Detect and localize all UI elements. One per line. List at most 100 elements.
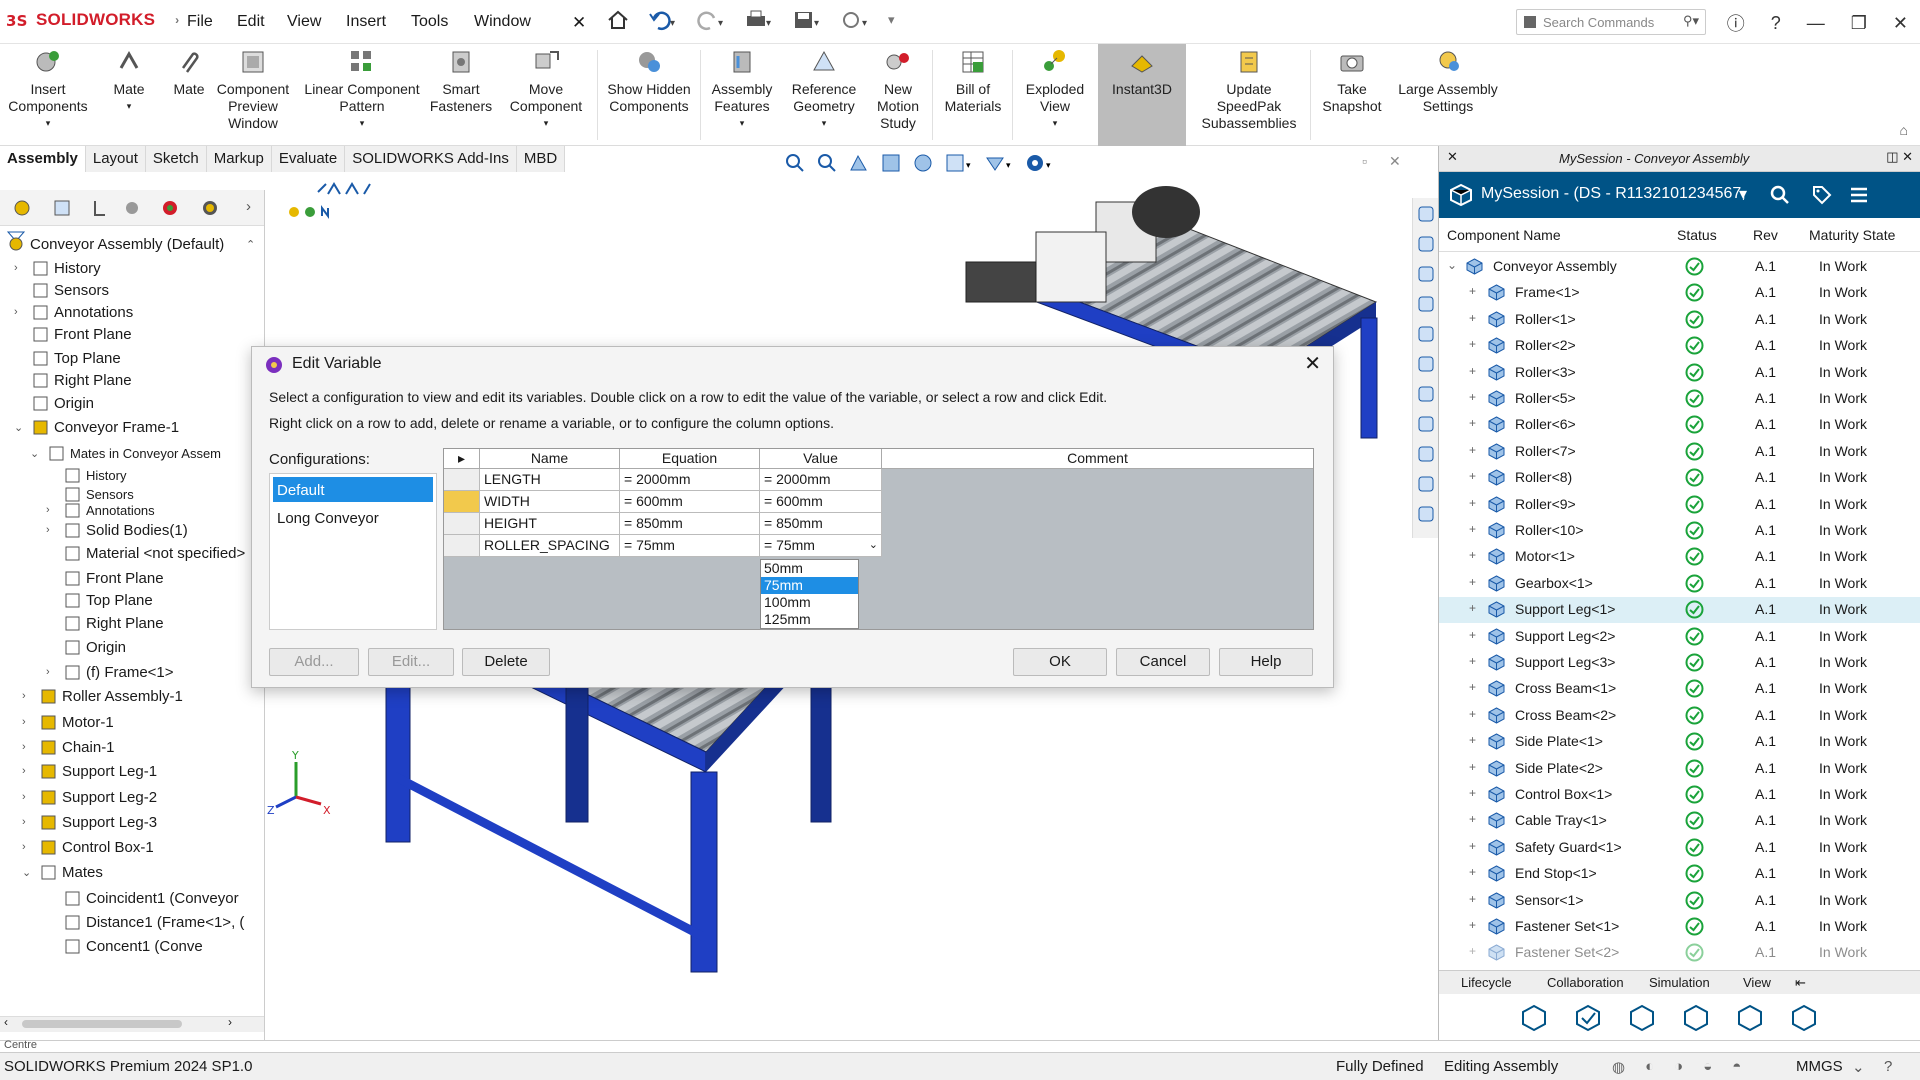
session-row[interactable]: + Cross Beam<2> A.1 In Work xyxy=(1439,703,1920,729)
row-expand-icon[interactable]: + xyxy=(1469,575,1476,589)
session-row[interactable]: + Roller<3> A.1 In Work xyxy=(1439,360,1920,386)
row-header[interactable] xyxy=(444,491,480,513)
variable-name-cell[interactable]: LENGTH xyxy=(480,469,620,491)
variable-name-cell[interactable]: ROLLER_SPACING xyxy=(480,535,620,557)
dialog-close-icon[interactable]: ✕ xyxy=(1304,351,1321,376)
mate-button[interactable]: Mate ▾ xyxy=(106,48,152,115)
hide-show-items-icon[interactable]: ▾ xyxy=(1024,152,1054,174)
help-status-icon[interactable]: ? xyxy=(1884,1058,1892,1075)
ribbon-collapse-icon[interactable]: ⌂ xyxy=(1900,122,1908,138)
row-expand-icon[interactable]: + xyxy=(1469,364,1476,378)
bill-of-materials-button[interactable]: Bill of Materials xyxy=(938,48,1008,115)
tree-horizontal-scrollbar[interactable]: ‹ › xyxy=(0,1015,264,1032)
row-expand-icon[interactable]: + xyxy=(1469,390,1476,404)
tree-item[interactable]: Front Plane xyxy=(64,570,164,587)
tree-collapse-icon[interactable]: ⌃ xyxy=(246,238,255,251)
menu-view[interactable]: View xyxy=(287,13,321,31)
tree-item[interactable]: Conveyor Frame-1 xyxy=(32,419,179,436)
take-snapshot-button[interactable]: Take Snapshot xyxy=(1318,48,1386,115)
row-expand-icon[interactable]: + xyxy=(1469,707,1476,721)
tree-item[interactable]: Roller Assembly-1 xyxy=(40,688,183,705)
session-row[interactable]: + Roller<5> A.1 In Work xyxy=(1439,386,1920,412)
graphics-icon[interactable]: ◐ xyxy=(1645,1058,1654,1076)
search-commands-input[interactable]: Search Commands ⚲▾ xyxy=(1516,9,1706,35)
tree-item[interactable]: Distance1 (Frame<1>, ( xyxy=(64,914,244,931)
tree-item[interactable]: Chain-1 xyxy=(40,739,115,756)
tree-expand-icon[interactable]: › xyxy=(46,504,50,516)
tree-item[interactable]: Front Plane xyxy=(32,326,132,343)
tab-view[interactable]: View xyxy=(1743,975,1771,990)
viewport-restore-icon[interactable]: ▫ xyxy=(1362,153,1367,170)
col-rev[interactable]: Rev xyxy=(1753,227,1778,243)
value-combo-arrow-icon[interactable]: ⌄ xyxy=(869,535,878,556)
col-value[interactable]: Value xyxy=(760,449,882,469)
dropdown-option[interactable]: 100mm xyxy=(761,594,858,611)
tree-item[interactable]: Right Plane xyxy=(32,372,132,389)
close-icon[interactable]: ✕ xyxy=(1893,13,1908,34)
view-orientation-icon[interactable]: ▾ xyxy=(944,152,974,174)
new-motion-study-button[interactable]: New Motion Study xyxy=(868,48,928,132)
session-row[interactable]: + Cross Beam<1> A.1 In Work xyxy=(1439,676,1920,702)
tree-item[interactable]: Support Leg-3 xyxy=(40,814,157,831)
zoom-area-icon[interactable] xyxy=(816,152,838,174)
row-header[interactable] xyxy=(444,513,480,535)
tree-expand-icon[interactable]: › xyxy=(14,306,18,318)
row-expand-icon[interactable]: + xyxy=(1469,786,1476,800)
mate-button-2[interactable]: Mate xyxy=(166,48,212,98)
session-row[interactable]: + Fastener Set<1> A.1 In Work xyxy=(1439,914,1920,940)
options-icon[interactable]: ▾ xyxy=(840,8,870,32)
variable-value-cell[interactable]: = 2000mm xyxy=(760,469,882,491)
session-row[interactable]: + Roller<6> A.1 In Work xyxy=(1439,412,1920,438)
units-dropdown-icon[interactable]: ⌄ xyxy=(1852,1058,1865,1076)
session-row[interactable]: + Safety Guard<1> A.1 In Work xyxy=(1439,835,1920,861)
tree-root-assembly[interactable]: Conveyor Assembly (Default) xyxy=(8,236,224,253)
tree-expand-icon[interactable]: › xyxy=(22,741,26,753)
row-expand-icon[interactable]: + xyxy=(1469,918,1476,932)
session-row[interactable]: + Fastener Set<2> A.1 In Work xyxy=(1439,940,1920,966)
row-expand-icon[interactable]: + xyxy=(1469,628,1476,642)
variable-name-cell[interactable]: HEIGHT xyxy=(480,513,620,535)
tree-item[interactable]: (f) Frame<1> xyxy=(64,664,174,681)
tree-expand-icon[interactable]: › xyxy=(22,841,26,853)
session-row[interactable]: + Roller<1> A.1 In Work xyxy=(1439,307,1920,333)
undo-icon[interactable]: ▾ xyxy=(648,8,678,32)
reference-geometry-button[interactable]: Reference Geometry ▾ xyxy=(786,48,862,132)
minimize-icon[interactable]: — xyxy=(1807,13,1825,34)
variable-value-cell[interactable]: = 850mm xyxy=(760,513,882,535)
variable-value-cell[interactable]: = 75mm ⌄ xyxy=(760,535,882,557)
info-icon[interactable]: ⓘ xyxy=(1727,10,1745,36)
row-expand-icon[interactable]: + xyxy=(1469,839,1476,853)
row-expand-icon[interactable]: + xyxy=(1469,944,1476,958)
menu-insert[interactable]: Insert xyxy=(346,13,386,31)
tree-item[interactable]: Motor-1 xyxy=(40,714,114,731)
row-expand-icon[interactable]: + xyxy=(1469,548,1476,562)
session-row[interactable]: + Side Plate<1> A.1 In Work xyxy=(1439,729,1920,755)
row-expand-icon[interactable]: + xyxy=(1469,812,1476,826)
tree-item[interactable]: Support Leg-1 xyxy=(40,763,157,780)
3dexperience-icon[interactable] xyxy=(1416,384,1436,404)
view-palette-icon[interactable] xyxy=(1416,294,1436,314)
add-button[interactable]: Add... xyxy=(269,648,359,676)
session-row[interactable]: + Support Leg<3> A.1 In Work xyxy=(1439,650,1920,676)
session-row[interactable]: + Cable Tray<1> A.1 In Work xyxy=(1439,808,1920,834)
solidworks-resources-icon[interactable] xyxy=(1416,504,1436,524)
tree-item[interactable]: Top Plane xyxy=(64,592,153,609)
row-expand-icon[interactable]: + xyxy=(1469,443,1476,457)
row-expand-icon[interactable]: + xyxy=(1469,760,1476,774)
appearances-icon[interactable] xyxy=(1416,324,1436,344)
panel-close-icon[interactable]: ✕ xyxy=(1447,149,1458,165)
tab-mbd[interactable]: MBD xyxy=(516,146,566,172)
display-manager-tab-icon[interactable] xyxy=(160,198,180,218)
dropdown-option[interactable]: 125mm xyxy=(761,611,858,628)
col-name[interactable]: Name xyxy=(480,449,620,469)
tree-expand-icon[interactable]: › xyxy=(22,716,26,728)
tree-expand-icon[interactable]: › xyxy=(22,816,26,828)
menu-tools[interactable]: Tools xyxy=(411,13,448,31)
configuration-manager-tab-icon[interactable] xyxy=(90,198,110,218)
row-expand-icon[interactable]: ⌄ xyxy=(1447,258,1457,272)
promote-icon[interactable] xyxy=(1681,1003,1711,1033)
section-view-icon[interactable] xyxy=(880,152,902,174)
linear-component-pattern-button[interactable]: Linear Component Pattern ▾ xyxy=(304,48,420,132)
quick-tips-icon[interactable]: ◓ xyxy=(1732,1058,1741,1076)
variable-equation-cell[interactable]: = 75mm xyxy=(620,535,760,557)
